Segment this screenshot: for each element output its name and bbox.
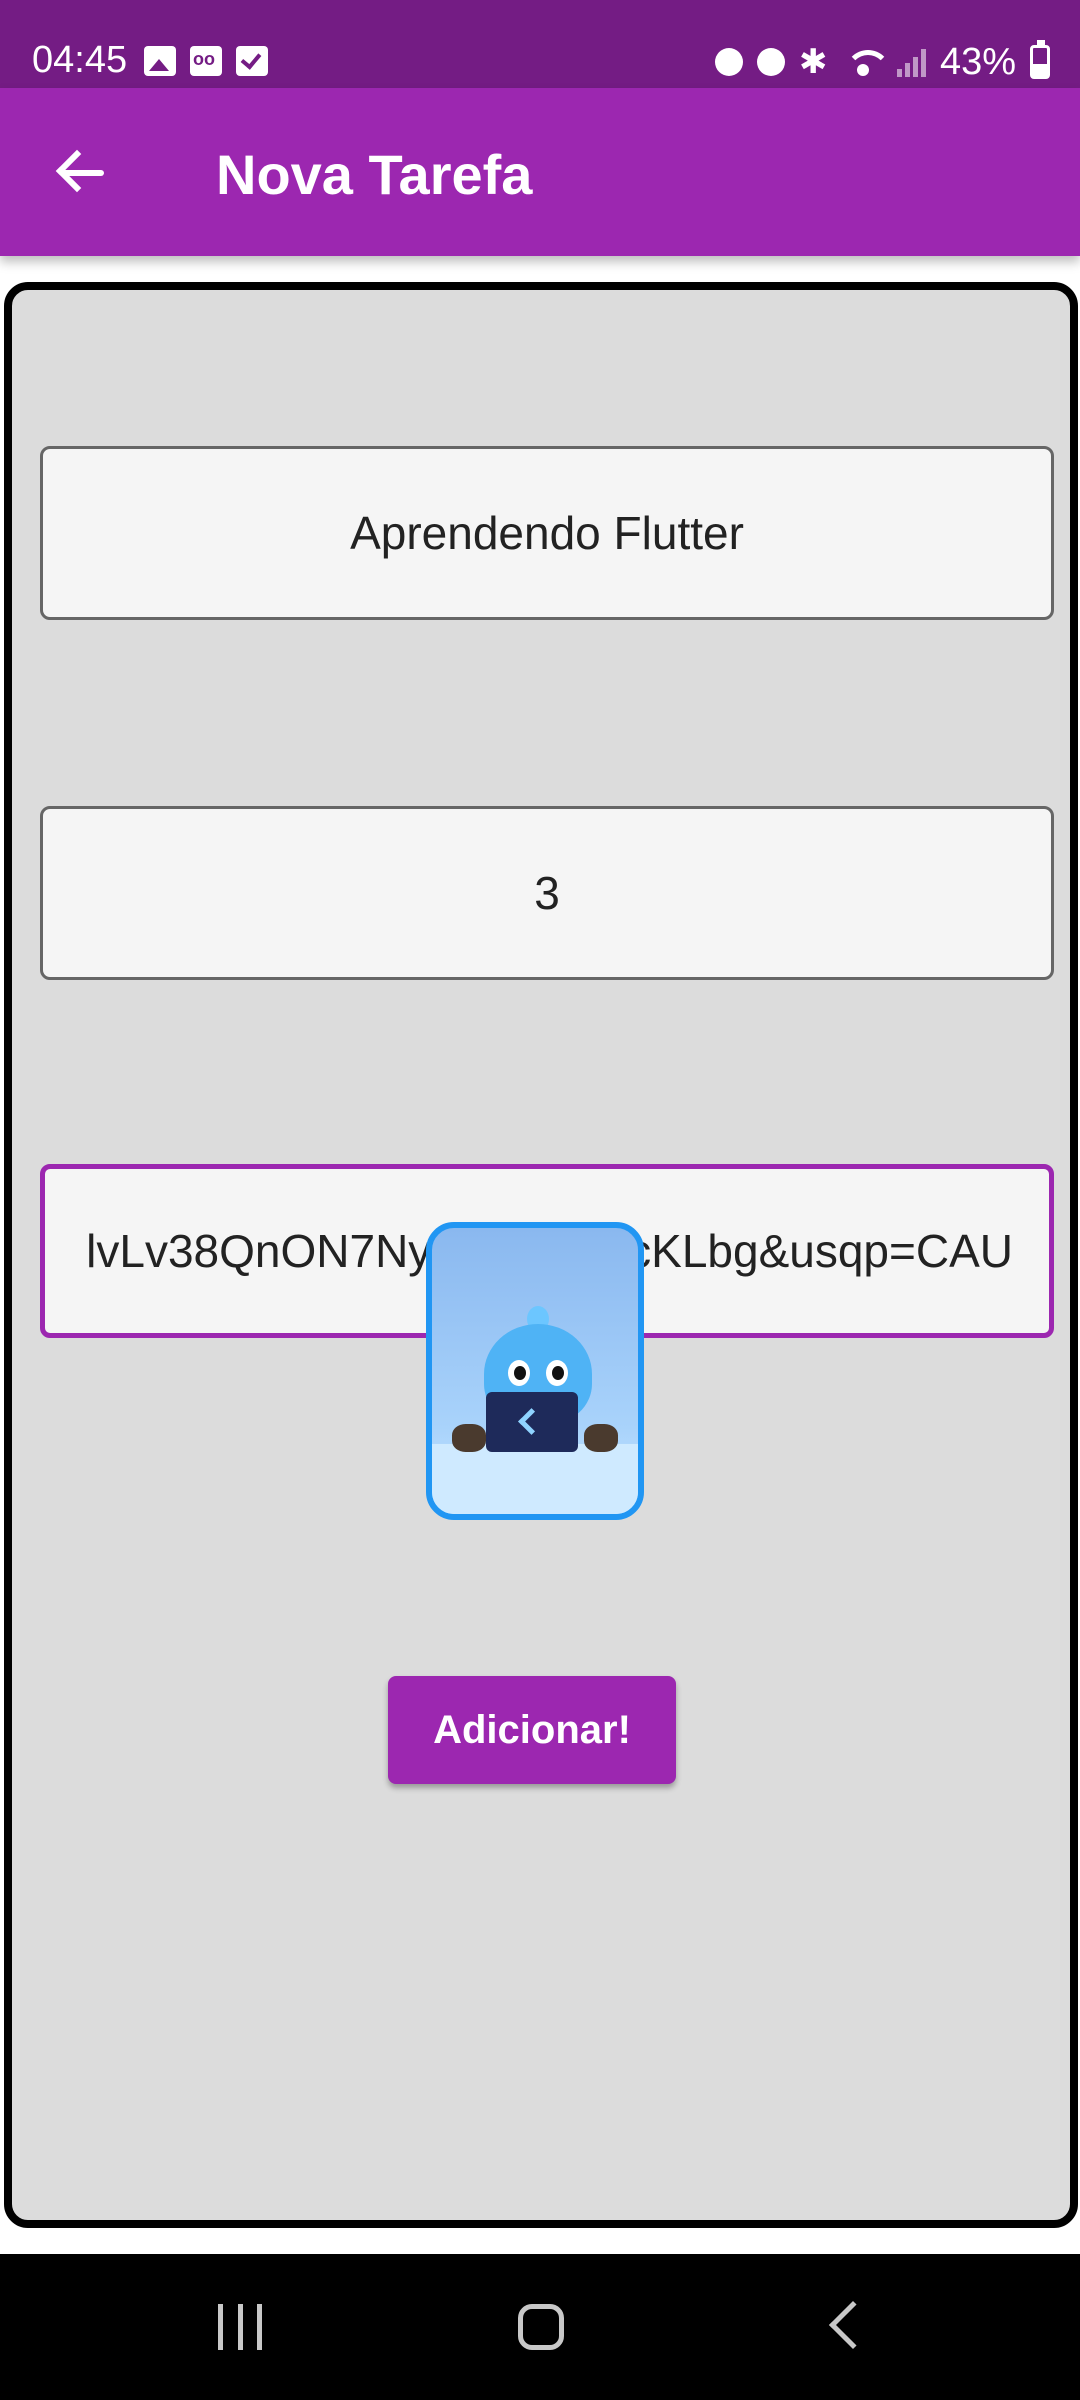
difficulty-value: 3 xyxy=(534,867,560,919)
checkbox-icon xyxy=(236,46,268,76)
battery-icon xyxy=(1030,40,1050,79)
task-name-value: Aprendendo Flutter xyxy=(350,507,744,559)
system-icons: 43% xyxy=(714,38,1050,86)
navigation-bar xyxy=(0,2254,1080,2400)
bluetooth-icon xyxy=(799,46,829,78)
difficulty-field[interactable]: 3 xyxy=(40,806,1054,980)
app-bar: Nova Tarefa xyxy=(0,88,1080,256)
home-icon[interactable] xyxy=(518,2304,564,2350)
battery-level xyxy=(1033,63,1047,76)
recents-icon[interactable] xyxy=(218,2304,262,2350)
status-time: 04:45 xyxy=(32,39,128,81)
lock-notification-icon xyxy=(714,48,743,76)
battery-percent: 43% xyxy=(939,41,1016,83)
notification-icons xyxy=(144,46,268,76)
voicemail-icon xyxy=(190,46,222,76)
alarm-icon xyxy=(756,48,785,76)
image-icon xyxy=(144,46,176,76)
back-icon[interactable] xyxy=(828,2300,878,2350)
add-task-button[interactable]: Adicionar! xyxy=(388,1676,676,1784)
image-preview xyxy=(426,1222,644,1520)
task-name-field[interactable]: Aprendendo Flutter xyxy=(40,446,1054,620)
wifi-icon xyxy=(843,46,891,78)
signal-icon xyxy=(896,47,926,77)
status-bar: 04:45 43% xyxy=(0,0,1080,88)
page-title: Nova Tarefa xyxy=(216,143,533,206)
back-button[interactable] xyxy=(44,132,124,212)
